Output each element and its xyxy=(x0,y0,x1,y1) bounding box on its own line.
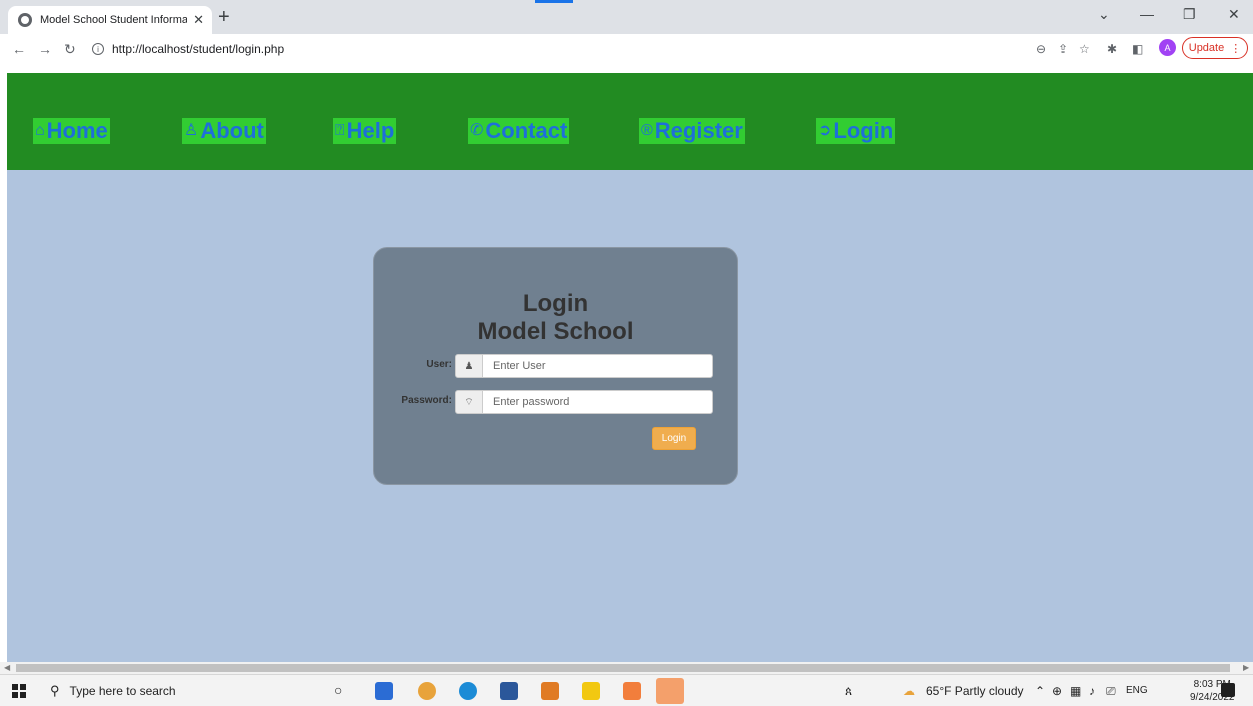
scroll-right-icon[interactable]: ▶ xyxy=(1243,662,1249,674)
nav-help-label: Help xyxy=(346,118,395,143)
windows-taskbar: ⚲ Type here to search ○ ጰ ☁ 65°F Partly … xyxy=(0,674,1253,706)
show-hidden-icons[interactable]: ⌃ xyxy=(1035,684,1045,698)
side-panel-icon[interactable]: ◧ xyxy=(1132,42,1143,56)
address-bar[interactable]: i http://localhost/student/login.php xyxy=(92,38,992,60)
sublime-app-icon[interactable] xyxy=(541,682,559,700)
tab-title: Model School Student Informatio xyxy=(40,14,188,26)
login-button[interactable]: Login xyxy=(652,427,696,450)
user-icon: ♟ xyxy=(455,354,483,378)
password-label: Password: xyxy=(401,395,452,406)
nav-login-link[interactable]: ➲ Login xyxy=(816,118,896,144)
nav-register-link[interactable]: ® Register xyxy=(639,118,745,144)
reload-button[interactable]: ↻ xyxy=(64,41,76,57)
minimize-button[interactable]: — xyxy=(1140,6,1154,22)
chrome-app-icon[interactable] xyxy=(418,682,436,700)
xampp-app-icon[interactable] xyxy=(623,682,641,700)
close-tab-icon[interactable]: ✕ xyxy=(193,12,204,28)
nav-help-link[interactable]: ⍰ Help xyxy=(333,118,397,144)
password-input[interactable] xyxy=(482,390,713,414)
tab-search-icon[interactable]: ⌄ xyxy=(1098,6,1110,23)
browser-toolbar: ← → ↻ i http://localhost/student/login.p… xyxy=(0,34,1253,64)
globe-icon xyxy=(18,13,32,27)
school-name: Model School xyxy=(477,318,634,345)
user-label: User: xyxy=(426,359,452,370)
nav-home-label: Home xyxy=(46,118,108,143)
zoom-icon[interactable]: ⊖ xyxy=(1036,42,1046,56)
update-label: Update xyxy=(1188,42,1225,54)
taskbar-search[interactable]: ⚲ Type here to search xyxy=(50,681,320,701)
store-app-icon[interactable] xyxy=(375,682,393,700)
phone-icon: ✆ xyxy=(470,122,484,139)
login-icon: ➲ xyxy=(818,122,832,139)
nav-contact-label: Contact xyxy=(485,118,568,143)
nav-register-label: Register xyxy=(654,118,743,143)
weather-icon[interactable]: ☁ xyxy=(903,684,915,698)
notification-center-icon[interactable] xyxy=(1221,683,1235,697)
login-title: Login xyxy=(522,290,589,317)
share-icon[interactable]: ⇪ xyxy=(1058,42,1068,56)
bookmark-star-icon[interactable]: ☆ xyxy=(1079,42,1090,56)
address-url[interactable]: http://localhost/student/login.php xyxy=(112,42,284,56)
browser-tab[interactable]: Model School Student Informatio ✕ xyxy=(8,6,212,34)
nav-about-link[interactable]: ♙ About xyxy=(182,118,266,144)
input-method-icon[interactable]: ⎚ xyxy=(1106,684,1116,699)
word-app-icon[interactable] xyxy=(500,682,518,700)
help-icon: ⍰ xyxy=(335,122,345,139)
scrollbar-thumb[interactable] xyxy=(16,664,1230,672)
password-field-row: Password: ⌔ xyxy=(374,390,737,414)
forward-button[interactable]: → xyxy=(38,41,52,57)
nav-home-link[interactable]: ⌂ Home xyxy=(33,118,110,144)
scroll-left-icon[interactable]: ◀ xyxy=(4,662,10,674)
home-icon: ⌂ xyxy=(35,122,45,139)
people-icon[interactable]: ጰ xyxy=(845,684,852,699)
paint-app-icon[interactable] xyxy=(656,678,684,704)
search-icon: ⚲ xyxy=(50,683,60,698)
nav-contact-link[interactable]: ✆ Contact xyxy=(468,118,570,144)
nav-login-label: Login xyxy=(833,118,894,143)
extensions-icon[interactable]: ✱ xyxy=(1107,42,1117,56)
user-icon: ♙ xyxy=(184,122,199,139)
login-card: Login Model School User: ♟ Password: ⌔ L… xyxy=(373,247,738,485)
user-field-row: User: ♟ xyxy=(374,354,737,378)
close-window-button[interactable]: ✕ xyxy=(1228,6,1240,23)
network-icon[interactable]: ⊕ xyxy=(1052,684,1062,698)
site-navbar: ⌂ Home ♙ About ⍰ Help ✆ Contact ® Regist… xyxy=(7,73,1253,170)
volume-icon[interactable]: ♪ xyxy=(1089,684,1095,698)
profile-avatar[interactable]: A xyxy=(1159,39,1176,56)
user-input[interactable] xyxy=(482,354,713,378)
weather-text[interactable]: 65°F Partly cloudy xyxy=(926,684,1024,698)
taskbar-search-placeholder: Type here to search xyxy=(69,684,176,698)
registered-icon: ® xyxy=(641,122,653,139)
back-button[interactable]: ← xyxy=(12,41,26,57)
nav-about-label: About xyxy=(200,118,264,143)
wifi-icon[interactable]: ▦ xyxy=(1070,684,1081,698)
windows-start-icon[interactable] xyxy=(12,684,26,698)
edge-app-icon[interactable] xyxy=(459,682,477,700)
key-icon: ⌔ xyxy=(455,390,483,414)
file-explorer-icon[interactable] xyxy=(582,682,600,700)
page-top-strip xyxy=(7,64,1253,73)
login-heading: Login Model School xyxy=(374,290,737,346)
new-tab-button[interactable]: + xyxy=(218,7,230,27)
more-menu-icon: ⋮ xyxy=(1230,42,1242,55)
page-viewport: ⌂ Home ♙ About ⍰ Help ✆ Contact ® Regist… xyxy=(7,64,1253,662)
maximize-button[interactable]: ❐ xyxy=(1183,6,1196,23)
browser-tabstrip: Model School Student Informatio ✕ + ⌄ — … xyxy=(0,0,1253,34)
info-icon[interactable]: i xyxy=(92,43,104,55)
language-indicator[interactable]: ENG xyxy=(1126,685,1148,696)
tabstrip-accent xyxy=(535,0,573,3)
update-button[interactable]: Update ⋮ xyxy=(1182,37,1248,59)
horizontal-scrollbar[interactable]: ◀ ▶ xyxy=(0,662,1253,674)
cortana-icon[interactable]: ○ xyxy=(334,682,342,698)
